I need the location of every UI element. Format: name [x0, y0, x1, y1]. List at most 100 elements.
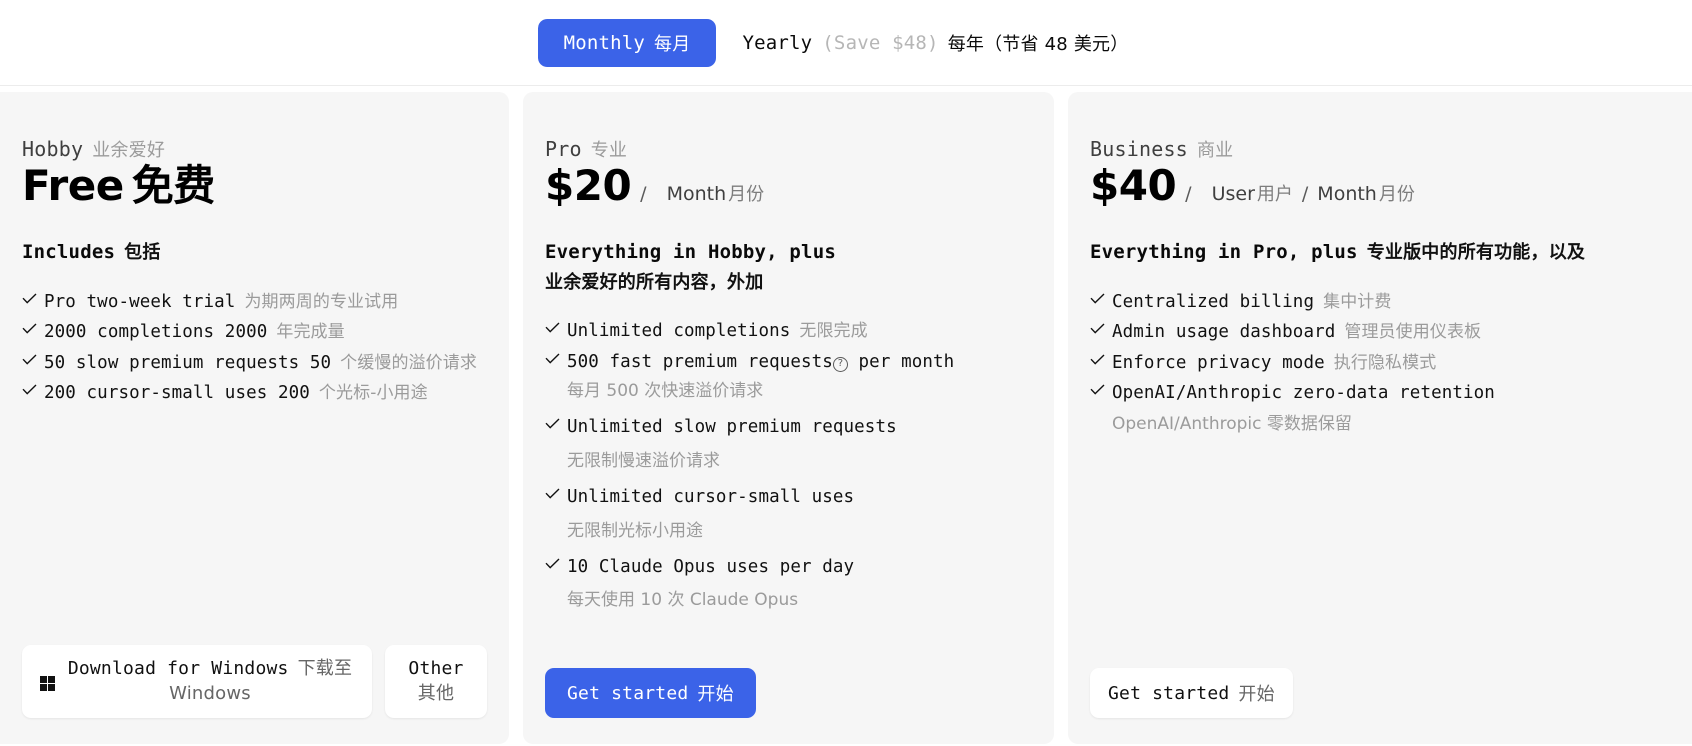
check-icon	[22, 323, 44, 334]
plan-heading-pro: Everything in Hobby, plus 业余爱好的所有内容，外加	[545, 238, 1032, 297]
feature-text-en: 50 slow premium requests 50	[44, 352, 332, 373]
plan-name-pro: Pro 专业	[545, 136, 1032, 162]
plan-heading-hobby-cn: 包括	[124, 242, 161, 264]
price-unit-month: Month 月份	[667, 180, 765, 206]
feature-text-en: 10 Claude Opus uses per day	[567, 557, 855, 578]
feature-subtext-cn: 每天使用 10 次 Claude Opus	[567, 590, 799, 611]
feature-subtext-cn: 无限制光标小用途	[567, 520, 703, 541]
plan-heading-hobby: Includes 包括	[22, 238, 487, 267]
feature-text: 500 fast premium requests? per month	[567, 348, 1032, 376]
other-button-label: Other	[408, 658, 464, 680]
get-started-pro-label: Get started	[567, 682, 689, 704]
billing-toggle-group[interactable]: Monthly 每月 Yearly (Save $48) 每年（节省 48 美元…	[537, 18, 1155, 67]
help-info-icon[interactable]: ?	[832, 356, 848, 372]
feature-text: 200 cursor-small uses 200 个光标-小用途	[44, 379, 487, 408]
pricing-card-pro: Pro 专业 $20 / Month 月份 Everything in Hobby,…	[523, 92, 1054, 744]
billing-toggle-yearly[interactable]: Yearly (Save $48) 每年（节省 48 美元）	[716, 18, 1155, 67]
feature-text-en: Enforce privacy mode	[1112, 352, 1325, 373]
get-started-button-pro[interactable]: Get started 开始	[545, 668, 756, 718]
price-separator: /	[640, 183, 647, 205]
get-started-button-business[interactable]: Get started 开始	[1090, 668, 1293, 718]
price-unit-month: Month 月份	[1317, 180, 1415, 206]
plan-price-hobby-value-cn: 免费	[131, 161, 216, 210]
feature-item: 2000 completions 2000 年完成量	[22, 318, 487, 347]
price-unit-user-en: User	[1211, 183, 1255, 205]
feature-text-en: Unlimited slow premium requests	[567, 417, 897, 438]
feature-list-business: Centralized billing 集中计费 Admin usage dash…	[1090, 288, 1670, 439]
check-icon	[1090, 354, 1112, 365]
plan-price-business: $40 / User 用户 / Month 月份	[1090, 161, 1670, 210]
plan-price-business-value: $40	[1090, 161, 1177, 210]
plan-name-pro-cn: 专业	[590, 140, 628, 161]
feature-list-pro: Unlimited completions 无限完成 500 fast premi…	[545, 317, 1032, 615]
feature-text: Centralized billing 集中计费	[1112, 288, 1670, 317]
download-for-windows-button[interactable]: Download for Windows 下载至 Windows	[22, 645, 372, 718]
other-download-button[interactable]: Other 其他	[385, 645, 487, 718]
feature-text: Unlimited completions 无限完成	[567, 317, 1032, 346]
check-icon	[545, 322, 567, 333]
other-button-text: Other 其他	[408, 657, 463, 706]
feature-item: Unlimited cursor-small uses	[545, 483, 1032, 511]
feature-item: 500 fast premium requests? per month	[545, 348, 1032, 376]
plan-name-business-cn: 商业	[1196, 140, 1234, 161]
feature-list-hobby: Pro two-week trial 为期两周的专业试用 2000 complet…	[22, 288, 487, 408]
feature-text-en: 2000 completions 2000	[44, 322, 268, 343]
feature-text-en: Centralized billing	[1112, 291, 1315, 312]
plan-name-business: Business 商业	[1090, 136, 1670, 162]
feature-item: 200 cursor-small uses 200 个光标-小用途	[22, 379, 487, 408]
get-started-business-label: Get started	[1108, 682, 1230, 704]
price-unit-month-en: Month	[1317, 183, 1377, 205]
feature-text: Pro two-week trial 为期两周的专业试用	[44, 288, 487, 317]
billing-toggle-monthly[interactable]: Monthly 每月	[537, 18, 717, 67]
feature-text-cn: 执行隐私模式	[1333, 352, 1437, 373]
feature-text-en-tail: per month	[847, 351, 955, 372]
cta-row-hobby: Download for Windows 下载至 Windows Other 其他	[22, 645, 487, 718]
price-unit-user: User 用户	[1212, 180, 1293, 206]
billing-toggle-monthly-label-cn: 每月	[654, 33, 691, 55]
plan-heading-pro-en: Everything in Hobby, plus	[545, 241, 836, 264]
feature-item: Unlimited completions 无限完成	[545, 317, 1032, 346]
price-unit-month-cn: 月份	[728, 184, 765, 205]
feature-text: 50 slow premium requests 50 个缓慢的溢价请求	[44, 349, 487, 378]
plan-heading-business-en: Everything in Pro, plus	[1090, 241, 1358, 264]
get-started-pro-label-cn: 开始	[697, 684, 734, 705]
price-separator: /	[1301, 183, 1309, 205]
feature-text-cn: 年完成量	[276, 322, 345, 343]
feature-item: Unlimited slow premium requests	[545, 413, 1032, 441]
feature-text: 2000 completions 2000 年完成量	[44, 318, 487, 347]
plan-heading-business: Everything in Pro, plus 专业版中的所有功能，以及	[1090, 238, 1670, 267]
check-icon	[1090, 323, 1112, 334]
plan-name-business-en: Business	[1090, 137, 1188, 161]
plan-heading-pro-cn: 业余爱好的所有内容，外加	[545, 271, 764, 293]
price-unit-month-en: Month	[666, 183, 727, 205]
check-icon	[545, 558, 567, 569]
feature-text-en: OpenAI/Anthropic zero-data retention	[1112, 383, 1495, 404]
plan-price-hobby: Free 免费	[22, 161, 487, 210]
feature-text-cn: 个缓慢的溢价请求	[340, 352, 477, 373]
plan-heading-hobby-en: Includes	[22, 241, 116, 264]
feature-text: Enforce privacy mode 执行隐私模式	[1112, 349, 1670, 378]
feature-text-cn: 管理员使用仪表板	[1344, 322, 1482, 343]
plan-price-pro: $20 / Month 月份	[545, 163, 1032, 208]
price-separator: /	[1185, 183, 1192, 205]
feature-text-en: 200 cursor-small uses 200	[44, 383, 310, 404]
plan-price-hobby-value: Free	[22, 161, 124, 210]
feature-item: Pro two-week trial 为期两周的专业试用	[22, 288, 487, 317]
plan-name-hobby-cn: 业余爱好	[92, 140, 166, 161]
feature-text-cn: 无限完成	[799, 320, 868, 341]
download-button-text: Download for Windows 下载至 Windows	[66, 657, 354, 706]
feature-subtext-cn: 无限制慢速溢价请求	[567, 450, 720, 471]
feature-text-cn: 为期两周的专业试用	[244, 291, 399, 312]
feature-text-en: 500 fast premium requests	[567, 351, 833, 372]
billing-toggle-yearly-label: Yearly	[742, 31, 813, 54]
pricing-card-hobby: Hobby 业余爱好 Free 免费 Includes 包括 Pro two-week…	[0, 92, 509, 744]
feature-item: 10 Claude Opus uses per day	[545, 553, 1032, 581]
price-unit-month-cn: 月份	[1378, 184, 1415, 205]
check-icon	[1090, 293, 1112, 304]
billing-toggle-yearly-save: (Save $48)	[822, 31, 939, 54]
feature-text-cn: 个光标-小用途	[318, 383, 428, 404]
plan-name-pro-en: Pro	[545, 137, 582, 161]
windows-icon	[40, 674, 55, 692]
feature-text-en: Unlimited cursor-small uses	[567, 487, 855, 508]
feature-text: OpenAI/Anthropic zero-data retention	[1112, 379, 1670, 407]
